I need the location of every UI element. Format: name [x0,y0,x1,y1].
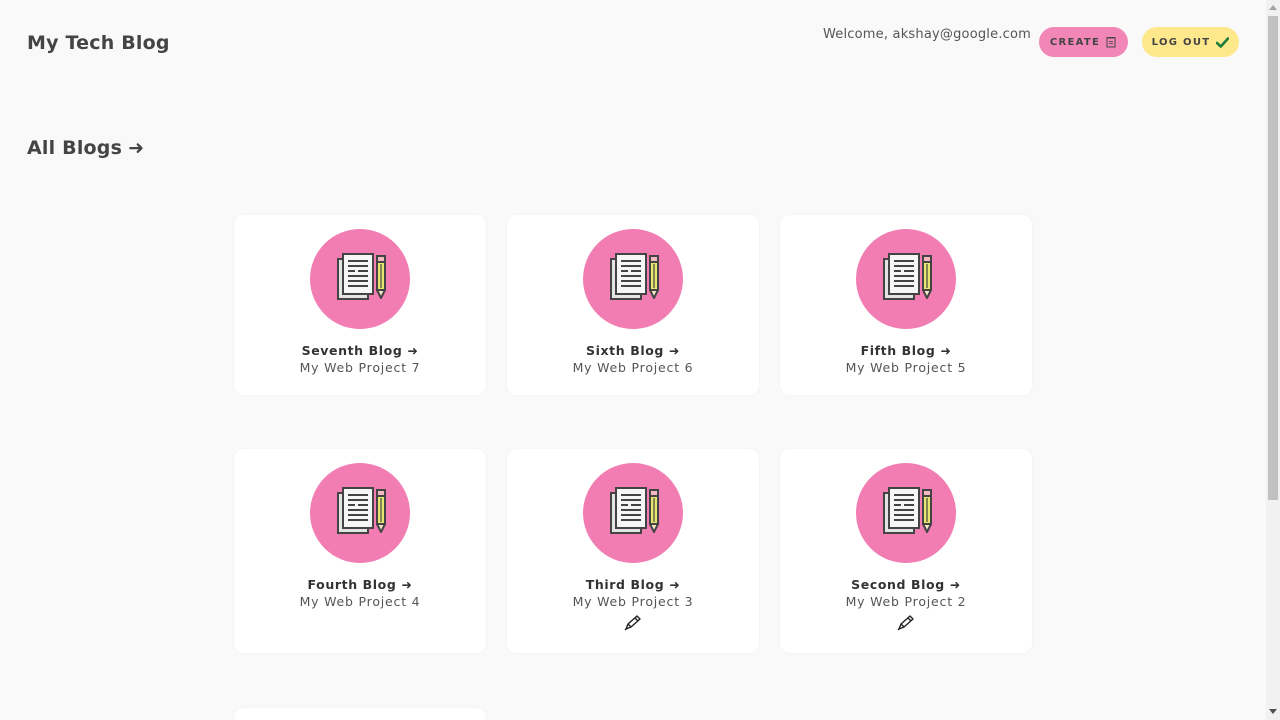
blog-card[interactable]: Third Blog ➜ My Web Project 3 [507,449,759,653]
blog-card[interactable]: Second Blog ➜ My Web Project 2 [780,449,1032,653]
document-pencil-icon [310,463,410,563]
blog-card-subtitle: My Web Project 4 [299,594,421,609]
blog-card-title[interactable]: Third Blog ➜ [507,577,759,592]
site-title[interactable]: My Tech Blog [27,32,170,54]
logout-button[interactable]: LOG OUT [1142,27,1239,57]
pen-icon[interactable] [623,613,643,633]
blog-card-subtitle: My Web Project 3 [572,594,694,609]
create-button-label: CREATE [1049,36,1101,48]
section-heading: All Blogs ➜ [27,137,144,159]
section-heading-text: All Blogs [27,137,123,159]
pen-icon[interactable] [896,613,916,633]
blog-card-subtitle: My Web Project 5 [845,360,967,375]
scroll-up-icon[interactable] [1269,5,1277,10]
blog-card-title[interactable]: Seventh Blog ➜ [234,343,486,358]
page: My Tech Blog Welcome, akshay@google.com … [0,0,1266,720]
blog-card-partial[interactable] [234,708,486,720]
document-pencil-icon [856,463,956,563]
blog-card-subtitle: My Web Project 7 [299,360,421,375]
notepad-icon [1106,36,1117,48]
scroll-down-icon[interactable] [1269,709,1277,714]
blog-card-subtitle: My Web Project 2 [845,594,967,609]
document-pencil-icon [310,229,410,329]
scrollbar-thumb[interactable] [1268,16,1278,500]
document-pencil-icon [583,463,683,563]
arrow-right-icon: ➜ [128,137,145,159]
create-button[interactable]: CREATE [1039,27,1128,57]
check-icon [1216,36,1230,48]
welcome-text: Welcome, akshay@google.com [823,27,1032,42]
blog-card-title[interactable]: Fourth Blog ➜ [234,577,486,592]
blog-card-title[interactable]: Fifth Blog ➜ [780,343,1032,358]
blog-card[interactable]: Fifth Blog ➜ My Web Project 5 [780,215,1032,395]
blog-card[interactable]: Fourth Blog ➜ My Web Project 4 [234,449,486,653]
document-pencil-icon [583,229,683,329]
blog-card[interactable]: Seventh Blog ➜ My Web Project 7 [234,215,486,395]
blog-card-subtitle: My Web Project 6 [572,360,694,375]
blog-card[interactable]: Sixth Blog ➜ My Web Project 6 [507,215,759,395]
document-pencil-icon [856,229,956,329]
vertical-scrollbar[interactable] [1266,0,1280,720]
blog-card-title[interactable]: Second Blog ➜ [780,577,1032,592]
logout-button-label: LOG OUT [1151,36,1211,48]
blog-card-title[interactable]: Sixth Blog ➜ [507,343,759,358]
